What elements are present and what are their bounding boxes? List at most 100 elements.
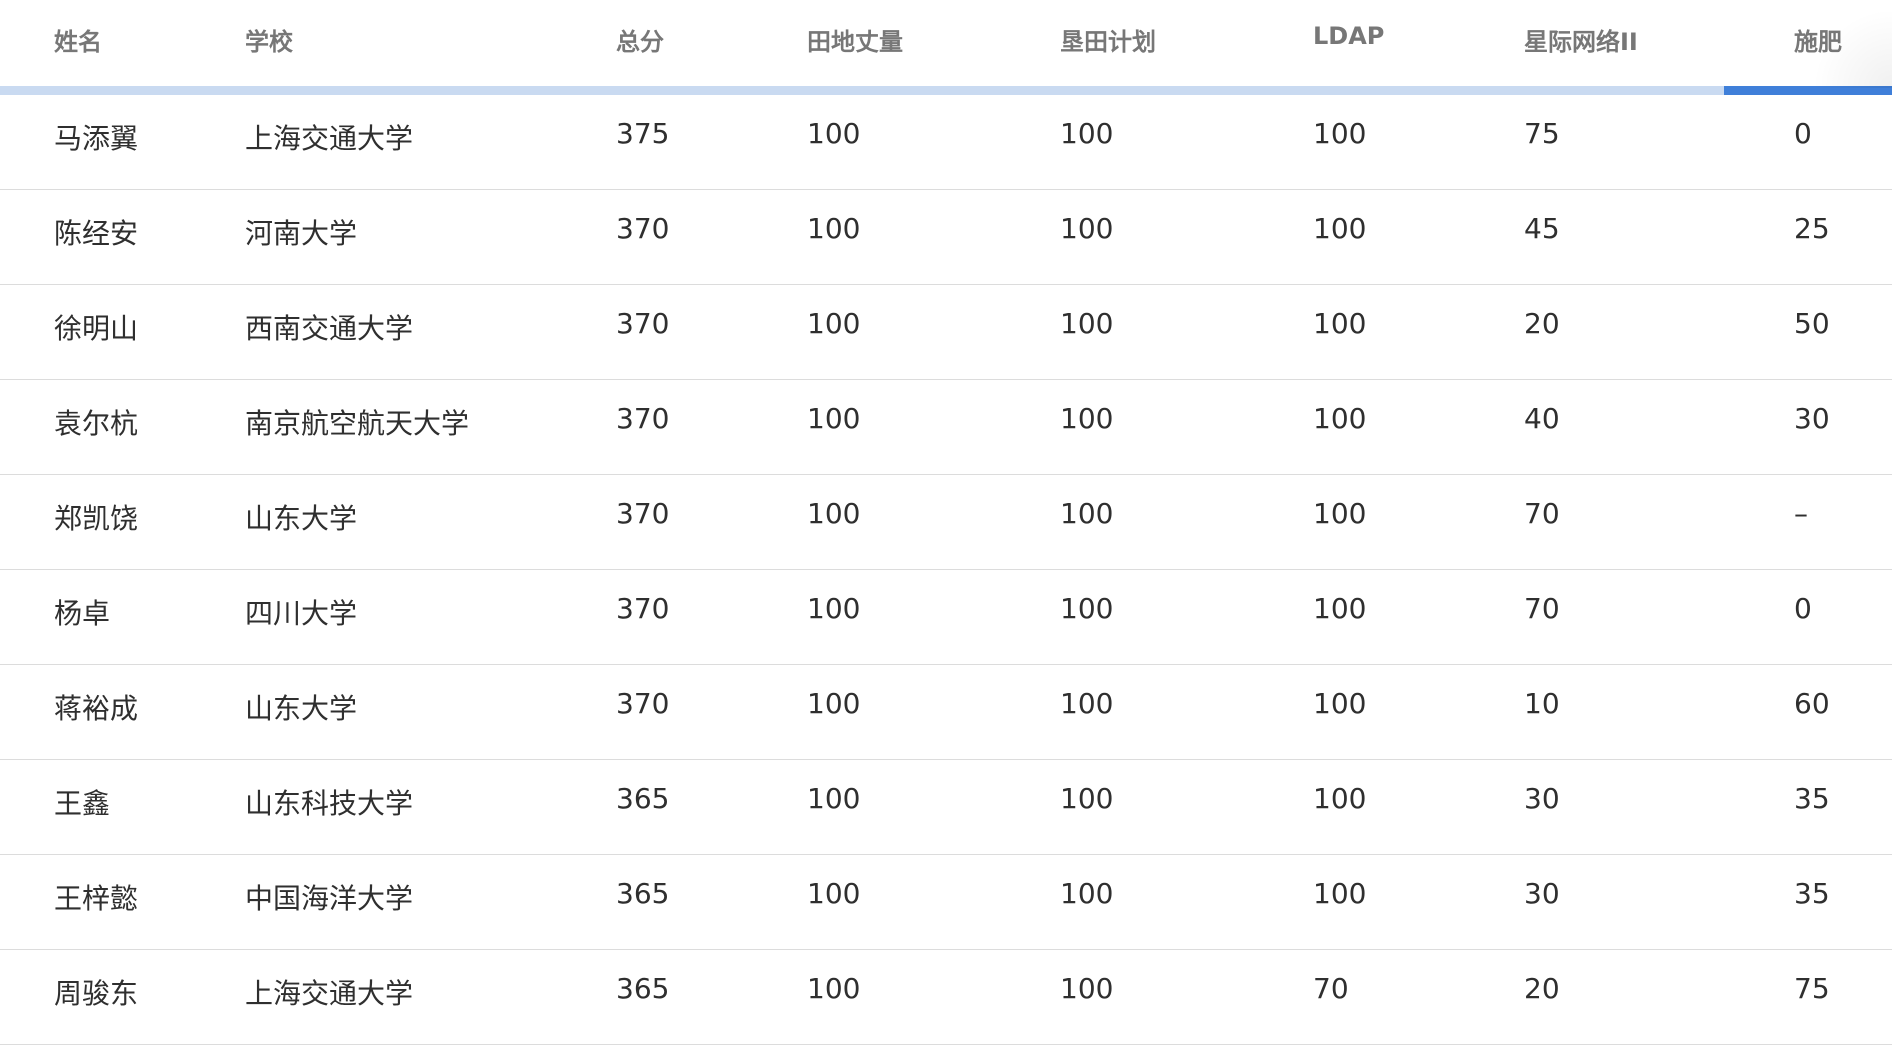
- cell-fertilize: 75: [1794, 972, 1830, 1005]
- cell-total: 375: [616, 117, 670, 150]
- cell-fertilize: 25: [1794, 212, 1830, 245]
- table-row[interactable]: 王鑫 山东科技大学 365 100 100 100 30 35: [0, 760, 1892, 855]
- cell-field-measure: 100: [807, 117, 861, 150]
- cell-total: 370: [616, 592, 670, 625]
- cell-total: 365: [616, 782, 670, 815]
- cell-name: 陈经安: [54, 217, 139, 250]
- cell-fertilize: 35: [1794, 782, 1830, 815]
- cell-total: 365: [616, 972, 670, 1005]
- cell-interstellar-network: 70: [1524, 497, 1560, 530]
- table-row[interactable]: 徐明山 西南交通大学 370 100 100 100 20 50: [0, 285, 1892, 380]
- cell-ldap: 100: [1313, 782, 1367, 815]
- cell-fertilize: 0: [1794, 592, 1812, 625]
- cell-fertilize: 60: [1794, 687, 1830, 720]
- cell-field-measure: 100: [807, 402, 861, 435]
- table-header: 姓名 学校 总分 田地丈量 垦田计划 LDAP 星际网络II 施肥: [0, 0, 1892, 88]
- cell-name: 袁尔杭: [54, 407, 139, 440]
- cell-fertilize: 0: [1794, 117, 1812, 150]
- cell-reclaim-plan: 100: [1060, 877, 1114, 910]
- cell-school: 中国海洋大学: [245, 882, 414, 915]
- cell-school: 山东科技大学: [245, 787, 414, 820]
- cell-ldap: 100: [1313, 877, 1367, 910]
- cell-ldap: 100: [1313, 307, 1367, 340]
- cell-reclaim-plan: 100: [1060, 402, 1114, 435]
- cell-total: 370: [616, 402, 670, 435]
- cell-name: 王梓懿: [54, 882, 139, 915]
- cell-name: 马添翼: [54, 122, 139, 155]
- column-header-field-measure[interactable]: 田地丈量: [807, 22, 903, 57]
- table-row[interactable]: 王梓懿 中国海洋大学 365 100 100 100 30 35: [0, 855, 1892, 950]
- cell-total: 370: [616, 497, 670, 530]
- column-header-name[interactable]: 姓名: [54, 22, 102, 57]
- cell-interstellar-network: 40: [1524, 402, 1560, 435]
- cell-school: 山东大学: [245, 692, 358, 725]
- cell-interstellar-network: 30: [1524, 782, 1560, 815]
- cell-school: 四川大学: [245, 597, 358, 630]
- table-body: 马添翼 上海交通大学 375 100 100 100 75 0 陈经安 河南大学…: [0, 95, 1892, 1045]
- cell-reclaim-plan: 100: [1060, 497, 1114, 530]
- cell-school: 南京航空航天大学: [245, 407, 470, 440]
- cell-interstellar-network: 10: [1524, 687, 1560, 720]
- cell-ldap: 100: [1313, 687, 1367, 720]
- cell-total: 370: [616, 307, 670, 340]
- cell-fertilize: –: [1794, 497, 1808, 530]
- cell-ldap: 100: [1313, 402, 1367, 435]
- cell-school: 山东大学: [245, 502, 358, 535]
- cell-name: 徐明山: [54, 312, 139, 345]
- column-header-reclaim-plan[interactable]: 垦田计划: [1060, 22, 1156, 57]
- table-row[interactable]: 马添翼 上海交通大学 375 100 100 100 75 0: [0, 95, 1892, 190]
- cell-reclaim-plan: 100: [1060, 307, 1114, 340]
- horizontal-scrollbar-thumb[interactable]: [1724, 86, 1892, 95]
- cell-school: 上海交通大学: [245, 977, 414, 1010]
- cell-total: 370: [616, 212, 670, 245]
- cell-field-measure: 100: [807, 877, 861, 910]
- cell-ldap: 100: [1313, 212, 1367, 245]
- cell-interstellar-network: 75: [1524, 117, 1560, 150]
- column-header-total[interactable]: 总分: [616, 22, 664, 57]
- cell-interstellar-network: 20: [1524, 307, 1560, 340]
- cell-total: 365: [616, 877, 670, 910]
- table-row[interactable]: 郑凯饶 山东大学 370 100 100 100 70 –: [0, 475, 1892, 570]
- cell-field-measure: 100: [807, 212, 861, 245]
- horizontal-scrollbar-track[interactable]: [0, 86, 1892, 95]
- column-header-interstellar-network[interactable]: 星际网络II: [1524, 22, 1638, 57]
- cell-total: 370: [616, 687, 670, 720]
- cell-field-measure: 100: [807, 497, 861, 530]
- cell-reclaim-plan: 100: [1060, 972, 1114, 1005]
- cell-name: 王鑫: [54, 787, 111, 820]
- cell-interstellar-network: 20: [1524, 972, 1560, 1005]
- table-row[interactable]: 杨卓 四川大学 370 100 100 100 70 0: [0, 570, 1892, 665]
- column-header-ldap[interactable]: LDAP: [1313, 22, 1384, 50]
- cell-reclaim-plan: 100: [1060, 782, 1114, 815]
- cell-name: 蒋裕成: [54, 692, 139, 725]
- cell-name: 周骏东: [54, 977, 139, 1010]
- cell-school: 河南大学: [245, 217, 358, 250]
- cell-name: 杨卓: [54, 597, 111, 630]
- table-row[interactable]: 蒋裕成 山东大学 370 100 100 100 10 60: [0, 665, 1892, 760]
- score-table: 姓名 学校 总分 田地丈量 垦田计划 LDAP 星际网络II 施肥 马添翼 上海…: [0, 0, 1892, 1045]
- cell-fertilize: 35: [1794, 877, 1830, 910]
- table-row[interactable]: 陈经安 河南大学 370 100 100 100 45 25: [0, 190, 1892, 285]
- cell-field-measure: 100: [807, 592, 861, 625]
- cell-ldap: 100: [1313, 592, 1367, 625]
- table-row[interactable]: 周骏东 上海交通大学 365 100 100 70 20 75: [0, 950, 1892, 1045]
- cell-interstellar-network: 30: [1524, 877, 1560, 910]
- cell-school: 上海交通大学: [245, 122, 414, 155]
- cell-field-measure: 100: [807, 307, 861, 340]
- cell-reclaim-plan: 100: [1060, 592, 1114, 625]
- column-header-school[interactable]: 学校: [245, 22, 293, 57]
- cell-fertilize: 30: [1794, 402, 1830, 435]
- cell-reclaim-plan: 100: [1060, 212, 1114, 245]
- cell-fertilize: 50: [1794, 307, 1830, 340]
- table-row[interactable]: 袁尔杭 南京航空航天大学 370 100 100 100 40 30: [0, 380, 1892, 475]
- cell-field-measure: 100: [807, 687, 861, 720]
- cell-field-measure: 100: [807, 972, 861, 1005]
- cell-ldap: 70: [1313, 972, 1349, 1005]
- cell-ldap: 100: [1313, 117, 1367, 150]
- cell-reclaim-plan: 100: [1060, 117, 1114, 150]
- cell-ldap: 100: [1313, 497, 1367, 530]
- cell-field-measure: 100: [807, 782, 861, 815]
- cell-interstellar-network: 45: [1524, 212, 1560, 245]
- cell-reclaim-plan: 100: [1060, 687, 1114, 720]
- column-header-fertilize[interactable]: 施肥: [1794, 22, 1842, 57]
